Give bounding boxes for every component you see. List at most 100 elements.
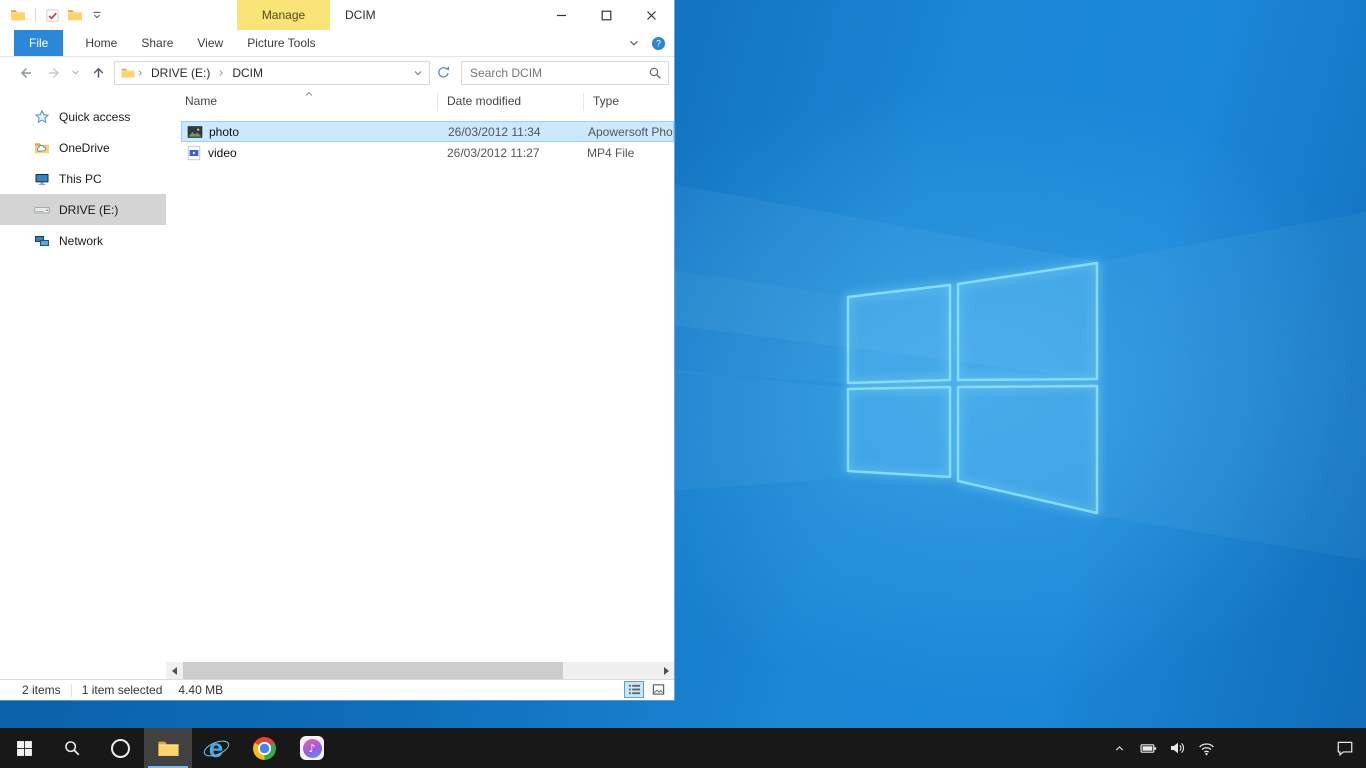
status-bar: 2 items 1 item selected 4.40 MB bbox=[0, 679, 674, 700]
file-row-video[interactable]: video 26/03/2012 11:27 MP4 File bbox=[181, 142, 674, 163]
taskbar-itunes[interactable]: ♪ bbox=[288, 728, 336, 768]
breadcrumb-folder[interactable]: DCIM bbox=[226, 66, 269, 80]
scroll-right-arrow-icon bbox=[664, 667, 669, 675]
scroll-left-button[interactable] bbox=[166, 662, 182, 679]
explorer-folder-icon[interactable] bbox=[10, 7, 26, 23]
window-controls bbox=[539, 0, 674, 30]
taskbar-file-explorer[interactable] bbox=[144, 728, 192, 768]
red-check-icon[interactable] bbox=[45, 8, 60, 23]
sidebar-label: Quick access bbox=[59, 110, 130, 124]
item-count: 2 items bbox=[22, 683, 61, 697]
title-bar[interactable]: Manage DCIM bbox=[0, 0, 674, 30]
sidebar-item-quick-access[interactable]: Quick access bbox=[0, 101, 166, 132]
help-icon[interactable] bbox=[651, 36, 666, 51]
horizontal-scrollbar[interactable] bbox=[166, 662, 674, 679]
address-dropdown-chevron-icon[interactable] bbox=[412, 67, 424, 79]
taskbar: e ♪ bbox=[0, 728, 1366, 768]
file-explorer-icon bbox=[157, 737, 180, 760]
search-box bbox=[461, 61, 669, 85]
action-center-icon bbox=[1336, 739, 1354, 757]
sidebar-item-drive-e[interactable]: DRIVE (E:) bbox=[0, 194, 166, 225]
recent-locations-button[interactable] bbox=[70, 67, 81, 78]
hard-drive-icon bbox=[34, 202, 50, 218]
file-row-photo[interactable]: photo 26/03/2012 11:34 Apowersoft Pho bbox=[181, 121, 674, 142]
file-explorer-window: Manage DCIM File Home Share View Picture… bbox=[0, 0, 675, 701]
address-folder-icon bbox=[121, 66, 135, 80]
file-type: MP4 File bbox=[587, 146, 634, 160]
action-center-button[interactable] bbox=[1336, 728, 1354, 768]
breadcrumb-chevron-icon[interactable] bbox=[216, 68, 226, 78]
scrollbar-thumb[interactable] bbox=[183, 662, 563, 679]
chevron-up-icon bbox=[1113, 742, 1126, 755]
battery-tray-button[interactable] bbox=[1138, 728, 1158, 768]
quick-access-toolbar bbox=[0, 7, 104, 23]
forward-arrow-icon bbox=[46, 65, 62, 81]
itunes-circle: ♪ bbox=[303, 739, 322, 758]
expand-ribbon-chevron-icon[interactable] bbox=[627, 36, 641, 50]
forward-button[interactable] bbox=[46, 65, 62, 81]
window-title: DCIM bbox=[345, 0, 376, 30]
contextual-tab-manage[interactable]: Manage bbox=[237, 0, 330, 30]
volume-tray-button[interactable] bbox=[1167, 728, 1187, 768]
breadcrumb-chevron-icon[interactable] bbox=[135, 68, 145, 78]
column-separator[interactable] bbox=[437, 93, 438, 111]
tab-home[interactable]: Home bbox=[73, 30, 129, 56]
sidebar-item-network[interactable]: Network bbox=[0, 225, 166, 256]
refresh-icon bbox=[436, 65, 451, 80]
tab-file-label: File bbox=[29, 36, 48, 50]
scroll-left-arrow-icon bbox=[172, 667, 177, 675]
back-button[interactable] bbox=[18, 65, 34, 81]
maximize-icon bbox=[601, 10, 612, 21]
refresh-button[interactable] bbox=[436, 65, 451, 80]
sidebar-item-this-pc[interactable]: This PC bbox=[0, 163, 166, 194]
scrollbar-track[interactable] bbox=[182, 662, 658, 679]
cortana-button[interactable] bbox=[96, 728, 144, 768]
column-header-name[interactable]: Name bbox=[185, 94, 217, 108]
sidebar-label: DRIVE (E:) bbox=[59, 203, 118, 217]
internet-explorer-icon: e bbox=[203, 735, 229, 761]
close-button[interactable] bbox=[629, 0, 674, 30]
taskbar-search-button[interactable] bbox=[48, 728, 96, 768]
maximize-button[interactable] bbox=[584, 0, 629, 30]
sidebar-item-onedrive[interactable]: OneDrive bbox=[0, 132, 166, 163]
ribbon-tab-row: File Home Share View Picture Tools bbox=[0, 30, 674, 57]
star-icon bbox=[34, 109, 50, 125]
column-separator[interactable] bbox=[583, 93, 584, 111]
sidebar-label: OneDrive bbox=[59, 141, 110, 155]
tab-picture-tools[interactable]: Picture Tools bbox=[235, 30, 327, 56]
tab-share[interactable]: Share bbox=[129, 30, 185, 56]
address-bar[interactable]: DRIVE (E:) DCIM bbox=[114, 61, 430, 85]
tab-file[interactable]: File bbox=[14, 30, 63, 56]
breadcrumb-drive[interactable]: DRIVE (E:) bbox=[145, 66, 216, 80]
file-date-modified: 26/03/2012 11:27 bbox=[447, 146, 540, 160]
column-header-type[interactable]: Type bbox=[593, 94, 619, 108]
large-icons-view-button[interactable] bbox=[648, 681, 668, 698]
music-note-icon: ♪ bbox=[308, 743, 315, 754]
close-icon bbox=[646, 10, 657, 21]
qat-separator bbox=[35, 8, 36, 22]
minimize-icon bbox=[556, 10, 567, 21]
network-icon bbox=[34, 233, 50, 249]
details-view-button[interactable] bbox=[624, 681, 644, 698]
customize-qat-chevron-icon[interactable] bbox=[90, 8, 104, 22]
address-bar-row: DRIVE (E:) DCIM bbox=[0, 57, 674, 88]
taskbar-chrome[interactable] bbox=[240, 728, 288, 768]
ribbon-right-controls bbox=[627, 30, 666, 56]
itunes-icon: ♪ bbox=[300, 736, 324, 760]
tab-view[interactable]: View bbox=[185, 30, 235, 56]
minimize-button[interactable] bbox=[539, 0, 584, 30]
show-hidden-icons-button[interactable] bbox=[1109, 728, 1129, 768]
start-button[interactable] bbox=[0, 728, 48, 768]
search-input[interactable] bbox=[462, 66, 648, 80]
folder-icon[interactable] bbox=[67, 7, 83, 23]
file-list-pane[interactable]: Name Date modified Type photo 26/03/2012… bbox=[166, 88, 674, 660]
chrome-icon bbox=[253, 737, 276, 760]
taskbar-internet-explorer[interactable]: e bbox=[192, 728, 240, 768]
up-arrow-icon bbox=[91, 65, 106, 80]
column-header-date-modified[interactable]: Date modified bbox=[447, 94, 521, 108]
up-button[interactable] bbox=[91, 65, 106, 80]
details-view-icon bbox=[628, 683, 641, 696]
search-icon[interactable] bbox=[648, 66, 662, 80]
scroll-right-button[interactable] bbox=[658, 662, 674, 679]
network-tray-button[interactable] bbox=[1196, 728, 1216, 768]
